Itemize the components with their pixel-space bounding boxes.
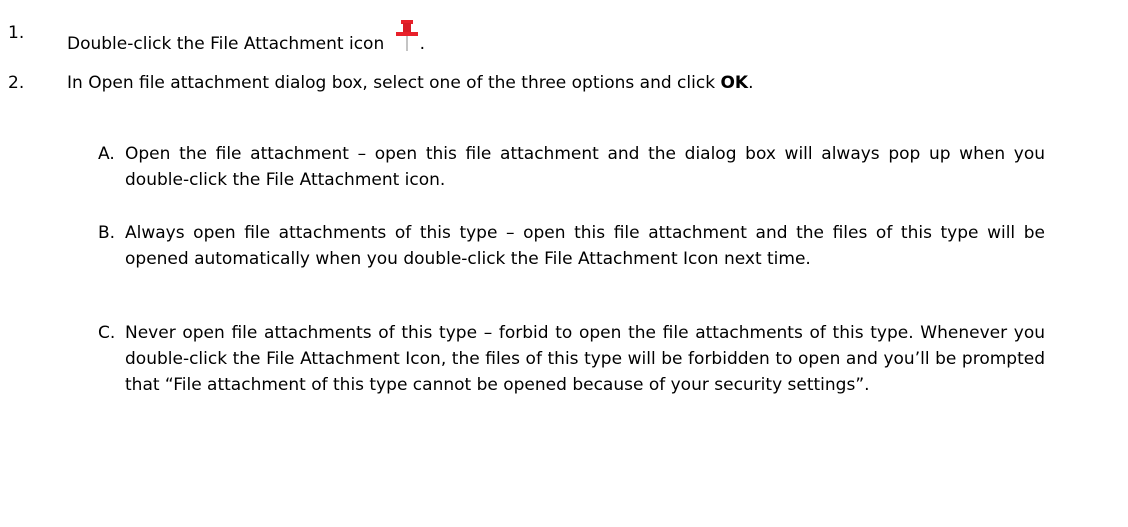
ok-label: OK — [720, 73, 749, 93]
option-letter: C. — [98, 323, 116, 343]
option-letter: A. — [98, 144, 115, 164]
step-text: In Open file attachment dialog box, sele… — [67, 70, 753, 96]
step-text-before: Double-click the File Attachment icon — [67, 34, 385, 54]
step-text-before: In Open file attachment dialog box, sele… — [67, 73, 721, 93]
option-text: Never open file attachments of this type… — [125, 323, 1045, 395]
pushpin-icon — [394, 20, 420, 60]
option-text: Always open file attachments of this typ… — [125, 223, 1045, 269]
step-text-after: . — [419, 34, 426, 54]
step-text-after: . — [748, 73, 754, 93]
step-number: 1. — [8, 23, 25, 43]
step-text: Double-click the File Attachment icon . — [67, 20, 425, 60]
step-number: 2. — [8, 73, 25, 93]
option-text: Open the file attachment – open this fil… — [125, 144, 1045, 190]
option-letter: B. — [98, 223, 116, 243]
